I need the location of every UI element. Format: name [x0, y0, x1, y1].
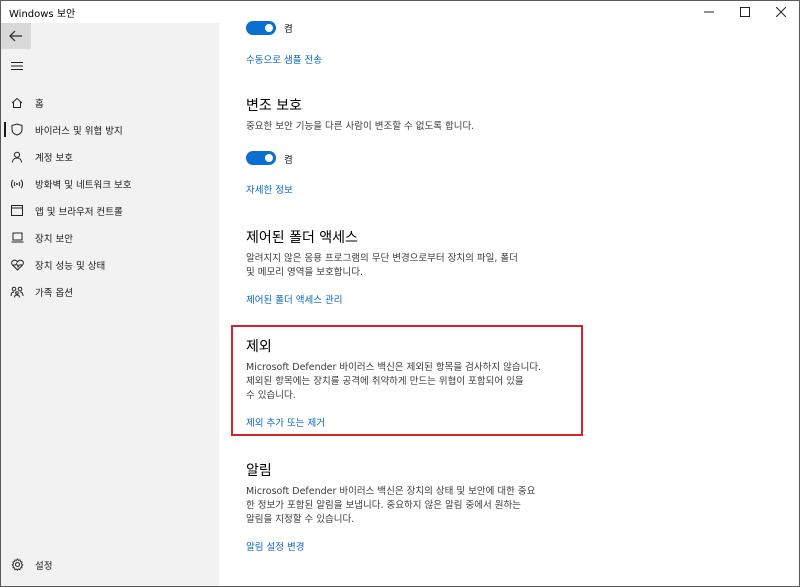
sidebar-item-label: 설정	[35, 560, 53, 572]
back-button[interactable]	[1, 23, 31, 49]
learn-more-link[interactable]: 자세한 정보	[246, 182, 293, 196]
description-line: 한 정보가 포함된 알림을 보냅니다. 중요하지 않은 알림 중에서 원하는	[246, 500, 521, 511]
description-line: 수 있습니다.	[246, 390, 296, 401]
sidebar: 홈 바이러스 및 위협 방지 계정 보호 방화벽 및 네트워크 보호 앱 및 브…	[1, 23, 219, 586]
description-line: 알려지지 않은 응용 프로그램의 무단 변경으로부터 장치의 파일, 폴더	[246, 253, 518, 264]
sidebar-item-device-security[interactable]: 장치 보안	[1, 224, 219, 251]
sidebar-item-family-options[interactable]: 가족 옵션	[1, 278, 219, 305]
exclusions-description: Microsoft Defender 바이러스 백신은 제외된 항목을 검사하지…	[246, 361, 576, 403]
sidebar-nav: 홈 바이러스 및 위협 방지 계정 보호 방화벽 및 네트워크 보호 앱 및 브…	[1, 89, 219, 305]
sidebar-item-label: 계정 보호	[35, 152, 73, 164]
windows-security-window: Windows 보안 홈 바이러스 및 위협 방지 계정 보호 방화벽 및 네트…	[0, 0, 800, 587]
toggle-state-label: 켬	[284, 24, 293, 35]
controlled-folder-description: 알려지지 않은 응용 프로그램의 무단 변경으로부터 장치의 파일, 폴더 및 …	[246, 252, 576, 280]
hamburger-icon	[11, 62, 23, 70]
gear-icon	[10, 558, 24, 572]
home-icon	[10, 96, 24, 110]
submit-sample-link[interactable]: 수동으로 샘플 전송	[246, 52, 322, 66]
maximize-button[interactable]	[727, 1, 763, 23]
tamper-protection-title: 변조 보호	[246, 98, 302, 114]
menu-button[interactable]	[9, 59, 25, 73]
description-line: 및 메모리 영역을 보호합니다.	[246, 267, 363, 278]
change-notification-settings-link[interactable]: 알림 설정 변경	[246, 539, 304, 553]
sidebar-item-label: 바이러스 및 위협 방지	[35, 125, 123, 137]
minimize-icon	[704, 11, 714, 13]
minimize-button[interactable]	[691, 1, 727, 23]
manage-controlled-folder-link[interactable]: 제어된 폴더 액세스 관리	[246, 292, 342, 306]
description-line: 알림을 지정할 수 있습니다.	[246, 514, 355, 525]
main-content: 켬 수동으로 샘플 전송 변조 보호 중요한 보안 기능을 다른 사람이 변조할…	[219, 21, 799, 586]
family-icon	[10, 285, 24, 299]
sidebar-item-settings[interactable]: 설정	[1, 551, 219, 578]
close-icon	[776, 7, 786, 17]
sidebar-item-label: 장치 보안	[35, 233, 73, 245]
laptop-icon	[10, 231, 24, 245]
description-line: 제외된 항목에는 장치를 공격에 취약하게 만드는 위협이 포함되어 있을	[246, 376, 524, 387]
sidebar-item-firewall[interactable]: 방화벽 및 네트워크 보호	[1, 170, 219, 197]
window-title: Windows 보안	[9, 8, 76, 20]
maximize-icon	[740, 7, 750, 17]
sidebar-item-label: 홈	[35, 98, 44, 110]
sidebar-item-home[interactable]: 홈	[1, 89, 219, 116]
description-line: Microsoft Defender 바이러스 백신은 장치의 상태 및 보안에…	[246, 486, 536, 497]
toggle-state-label: 켬	[284, 155, 293, 166]
sidebar-item-device-health[interactable]: 장치 성능 및 상태	[1, 251, 219, 278]
notifications-description: Microsoft Defender 바이러스 백신은 장치의 상태 및 보안에…	[246, 485, 576, 527]
person-icon	[10, 150, 24, 164]
app-window-icon	[10, 204, 24, 218]
sidebar-item-account-protection[interactable]: 계정 보호	[1, 143, 219, 170]
title-bar: Windows 보안	[1, 1, 799, 23]
sidebar-item-label: 방화벽 및 네트워크 보호	[35, 179, 132, 191]
sidebar-item-virus-protection[interactable]: 바이러스 및 위협 방지	[1, 116, 219, 143]
sidebar-item-label: 앱 및 브라우저 컨트롤	[35, 206, 123, 218]
sidebar-item-app-browser[interactable]: 앱 및 브라우저 컨트롤	[1, 197, 219, 224]
description-line: Microsoft Defender 바이러스 백신은 제외된 항목을 검사하지…	[246, 362, 542, 373]
back-arrow-icon	[9, 30, 22, 42]
shield-icon	[10, 123, 24, 137]
tamper-protection-toggle[interactable]	[246, 151, 276, 165]
notifications-title: 알림	[246, 463, 272, 479]
tamper-protection-description: 중요한 보안 기능을 다른 사람이 변조할 수 없도록 합니다.	[246, 121, 475, 132]
controlled-folder-title: 제어된 폴더 액세스	[246, 230, 358, 246]
heart-icon	[10, 258, 24, 272]
sidebar-item-label: 가족 옵션	[35, 287, 73, 299]
sidebar-item-label: 장치 성능 및 상태	[35, 260, 106, 272]
close-button[interactable]	[763, 1, 799, 23]
cloud-protection-toggle[interactable]	[246, 21, 276, 35]
add-remove-exclusions-link[interactable]: 제외 추가 또는 제거	[246, 415, 325, 429]
wireless-icon	[10, 177, 24, 191]
exclusions-title: 제외	[246, 339, 272, 355]
